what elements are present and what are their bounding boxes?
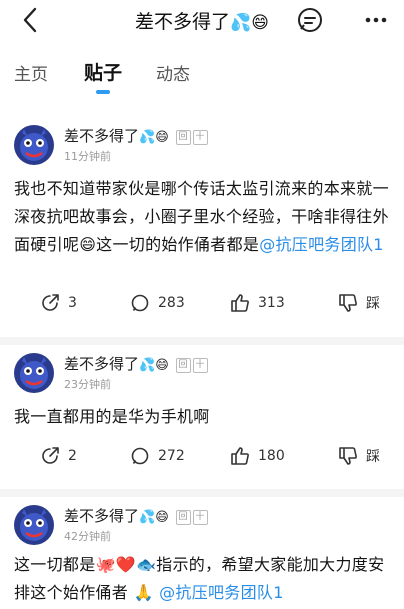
like-button[interactable]: 180	[230, 443, 285, 469]
post-username[interactable]: 差不多得了💦😄 回十	[64, 505, 208, 526]
post-actions: 3 283 313 踩	[0, 290, 404, 316]
like-count: 313	[258, 295, 285, 311]
plus-badge: 十	[192, 510, 208, 525]
avatar[interactable]	[14, 353, 54, 393]
thumbs-down-icon	[339, 294, 357, 312]
message-bubble-icon[interactable]	[296, 6, 324, 34]
like-button[interactable]: 313	[230, 290, 285, 316]
tab-home[interactable]: 主页	[14, 60, 48, 85]
active-tab-indicator	[96, 90, 110, 94]
dislike-button[interactable]: 踩	[338, 443, 380, 469]
username-text: 差不多得了	[64, 507, 140, 525]
post-content: 我一直都用的是华为手机啊	[14, 403, 394, 431]
tab-activity[interactable]: 动态	[156, 60, 190, 85]
level-badge: 回	[175, 130, 191, 145]
share-count: 2	[68, 448, 77, 464]
avatar[interactable]	[14, 505, 54, 545]
username-emoji: 💦😄	[139, 358, 169, 373]
page-title: 差不多得了💦😄	[0, 7, 404, 34]
avatar[interactable]	[14, 125, 54, 165]
share-button[interactable]: 2	[40, 443, 77, 469]
dislike-button[interactable]: 踩	[338, 290, 380, 316]
level-badge: 回	[175, 358, 191, 373]
plus-badge: 十	[192, 358, 208, 373]
post-card[interactable]: 差不多得了💦😄 回十 42分钟前 这一切都是🐙❤️🐟指示的，希望大家能加大力度安…	[0, 505, 404, 609]
dislike-label: 踩	[366, 449, 380, 465]
thumbs-down-icon	[339, 447, 357, 465]
mention-link[interactable]: @抗压吧务团队1	[159, 583, 284, 602]
plus-badge: 十	[192, 130, 208, 145]
profile-tabs: 主页 贴子 动态	[0, 56, 404, 96]
post-actions: 2 272 180 踩	[0, 443, 404, 469]
post-username[interactable]: 差不多得了💦😄 回十	[64, 353, 208, 374]
dislike-label: 踩	[366, 296, 380, 312]
post-time: 23分钟前	[64, 378, 111, 391]
mention-link[interactable]: @抗压吧务团队1	[259, 235, 384, 254]
post-card[interactable]: 差不多得了💦😄 回十 23分钟前 我一直都用的是华为手机啊 2 272 180 …	[0, 353, 404, 478]
page-title-text: 差不多得了	[135, 11, 231, 33]
comment-button[interactable]: 283	[130, 290, 185, 316]
share-button[interactable]: 3	[40, 290, 77, 316]
post-divider	[0, 489, 404, 497]
post-content: 我也不知道带家伙是哪个传话太监引流来的本来就一深夜抗吧故事会，小圈子里水个经验，…	[14, 175, 394, 259]
post-username[interactable]: 差不多得了💦😄 回十	[64, 125, 208, 146]
thumbs-up-icon	[231, 447, 249, 465]
top-bar: 差不多得了💦😄	[0, 0, 404, 40]
share-count: 3	[68, 295, 77, 311]
post-time: 11分钟前	[64, 150, 111, 163]
post-text: 我一直都用的是华为手机啊	[14, 407, 210, 426]
comment-icon	[131, 447, 149, 465]
tab-posts[interactable]: 贴子	[84, 58, 122, 85]
post-content: 这一切都是🐙❤️🐟指示的，希望大家能加大力度安排这个始作俑者 🙏 @抗压吧务团队…	[14, 551, 394, 607]
username-text: 差不多得了	[64, 127, 140, 145]
like-count: 180	[258, 448, 285, 464]
post-time: 42分钟前	[64, 530, 111, 543]
comment-icon	[131, 294, 149, 312]
username-emoji: 💦😄	[139, 510, 169, 525]
share-icon	[42, 294, 59, 311]
comment-button[interactable]: 272	[130, 443, 185, 469]
more-dots-icon[interactable]	[364, 8, 388, 32]
share-icon	[42, 447, 59, 464]
post-card[interactable]: 差不多得了💦😄 回十 11分钟前 我也不知道带家伙是哪个传话太监引流来的本来就一…	[0, 125, 404, 325]
comment-count: 283	[158, 295, 185, 311]
post-divider	[0, 337, 404, 345]
username-text: 差不多得了	[64, 355, 140, 373]
username-emoji: 💦😄	[139, 130, 169, 145]
comment-count: 272	[158, 448, 185, 464]
thumbs-up-icon	[231, 294, 249, 312]
level-badge: 回	[175, 510, 191, 525]
page-title-emoji: 💦😄	[230, 13, 269, 33]
